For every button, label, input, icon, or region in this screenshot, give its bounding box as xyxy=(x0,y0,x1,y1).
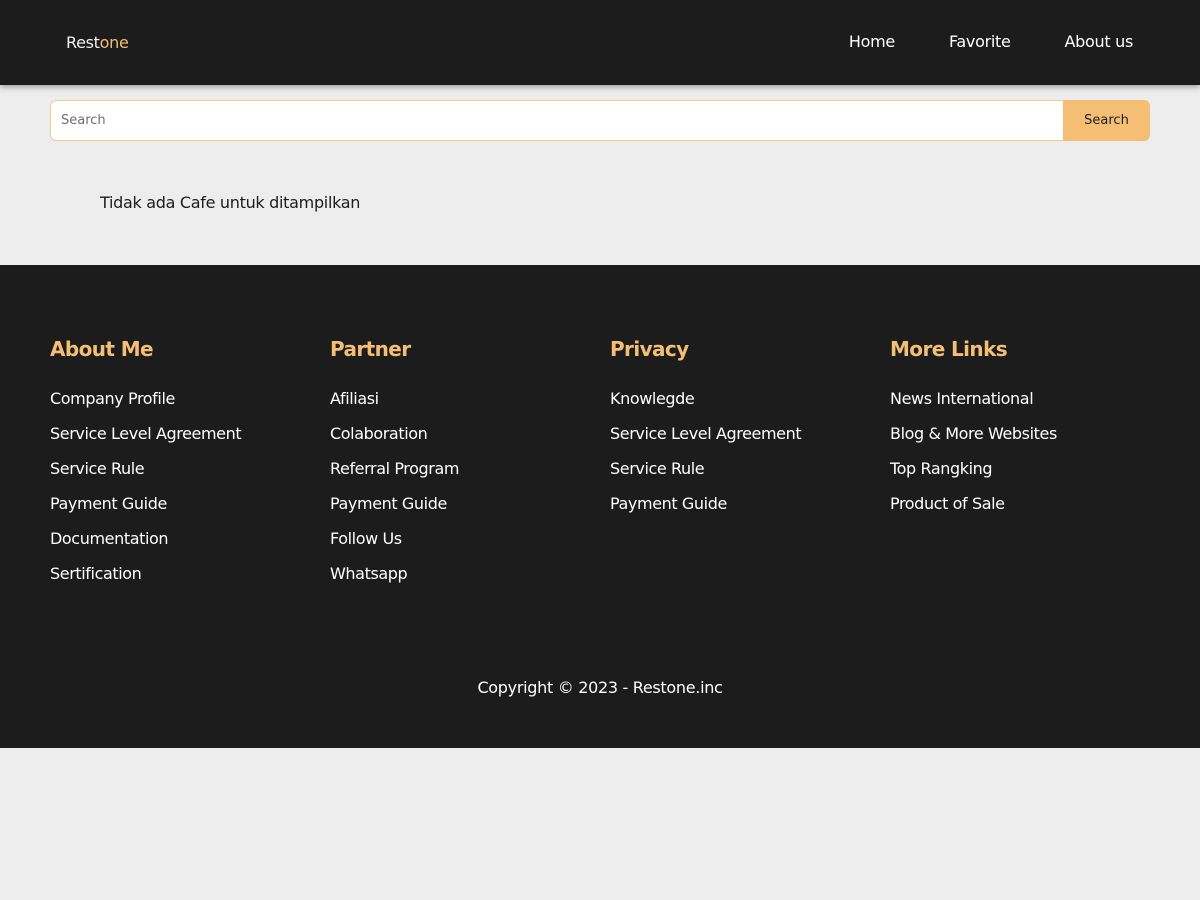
footer-column-more-links: More Links News International Blog & Mor… xyxy=(890,337,1150,529)
footer-column-privacy: Privacy Knowlegde Service Level Agreemen… xyxy=(610,337,870,529)
brand-text-accent: one xyxy=(99,33,129,52)
search-bar: Search xyxy=(50,100,1150,141)
footer-heading-more-links: More Links xyxy=(890,337,1008,361)
footer-link-service-level-agreement[interactable]: Service Level Agreement xyxy=(610,424,802,443)
footer-link-company-profile[interactable]: Company Profile xyxy=(50,389,175,408)
footer-column-about-me: About Me Company Profile Service Level A… xyxy=(50,337,310,599)
footer-link-sertification[interactable]: Sertification xyxy=(50,564,142,583)
footer-link-afiliasi[interactable]: Afiliasi xyxy=(330,389,379,408)
brand-text-primary: Rest xyxy=(66,33,100,52)
footer-link-documentation[interactable]: Documentation xyxy=(50,529,169,548)
footer-link-follow-us[interactable]: Follow Us xyxy=(330,529,402,548)
copyright-text: Copyright © 2023 - Restone.inc xyxy=(0,645,1200,748)
footer-link-payment-guide[interactable]: Payment Guide xyxy=(50,494,167,513)
footer-link-service-rule[interactable]: Service Rule xyxy=(610,459,705,478)
footer-link-referral-program[interactable]: Referral Program xyxy=(330,459,459,478)
footer-heading-about-me: About Me xyxy=(50,337,154,361)
footer-link-whatsapp[interactable]: Whatsapp xyxy=(330,564,408,583)
footer-link-service-rule[interactable]: Service Rule xyxy=(50,459,145,478)
footer-column-partner: Partner Afiliasi Colaboration Referral P… xyxy=(330,337,590,599)
navbar: Restone Home Favorite About us xyxy=(0,0,1200,85)
nav-links: Home Favorite About us xyxy=(849,32,1133,51)
footer-link-service-level-agreement[interactable]: Service Level Agreement xyxy=(50,424,242,443)
footer-link-payment-guide[interactable]: Payment Guide xyxy=(330,494,447,513)
nav-home-link[interactable]: Home xyxy=(849,32,895,51)
footer-link-blog-more-websites[interactable]: Blog & More Websites xyxy=(890,424,1057,443)
footer-heading-partner: Partner xyxy=(330,337,411,361)
footer-link-product-of-sale[interactable]: Product of Sale xyxy=(890,494,1005,513)
brand-logo[interactable]: Restone xyxy=(66,33,129,52)
search-input[interactable] xyxy=(50,100,1063,141)
search-button[interactable]: Search xyxy=(1063,100,1150,141)
nav-about-us-link[interactable]: About us xyxy=(1065,32,1134,51)
footer-link-payment-guide[interactable]: Payment Guide xyxy=(610,494,727,513)
footer-link-top-rangking[interactable]: Top Rangking xyxy=(890,459,993,478)
footer-link-news-international[interactable]: News International xyxy=(890,389,1034,408)
footer-heading-privacy: Privacy xyxy=(610,337,689,361)
footer-link-knowlegde[interactable]: Knowlegde xyxy=(610,389,695,408)
footer: About Me Company Profile Service Level A… xyxy=(0,265,1200,645)
empty-cafe-message: Tidak ada Cafe untuk ditampilkan xyxy=(100,193,361,212)
footer-link-colaboration[interactable]: Colaboration xyxy=(330,424,428,443)
nav-favorite-link[interactable]: Favorite xyxy=(949,32,1011,51)
